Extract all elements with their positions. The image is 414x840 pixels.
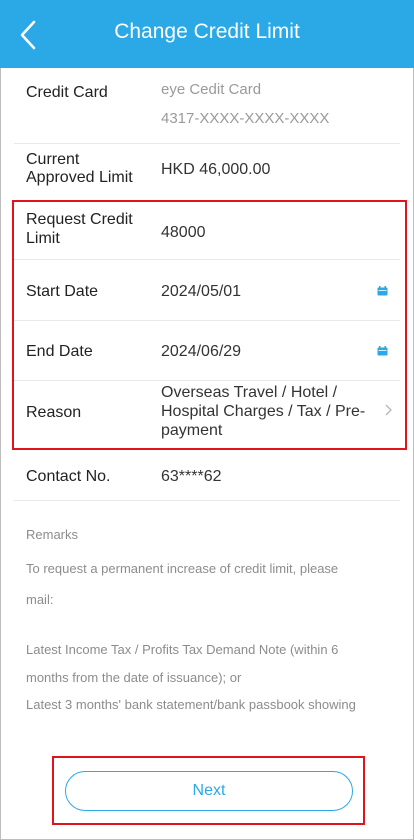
request-limit-input[interactable]: 48000 xyxy=(161,223,381,242)
header-bar: Change Credit Limit xyxy=(0,0,414,68)
divider xyxy=(14,500,400,501)
remarks-text: Latest Income Tax / Profits Tax Demand N… xyxy=(26,642,339,657)
reason-selector[interactable]: Overseas Travel / Hotel / Hospital Charg… xyxy=(161,383,401,441)
current-limit-label-1: Current xyxy=(26,151,80,168)
divider xyxy=(14,380,400,381)
chevron-right-icon[interactable] xyxy=(382,403,394,417)
contact-value: 63****62 xyxy=(161,468,222,485)
reason-line-3: payment xyxy=(161,422,223,439)
current-limit-label-2: Approved Limit xyxy=(26,169,133,186)
current-limit-value: HKD 46,000.00 xyxy=(161,161,271,178)
page-title: Change Credit Limit xyxy=(114,20,300,43)
divider xyxy=(14,143,400,144)
start-date-label: Start Date xyxy=(26,283,99,300)
reason-line-1: Overseas Travel / Hotel / xyxy=(161,384,338,401)
request-limit-label-1: Request Credit xyxy=(26,211,133,228)
calendar-icon[interactable] xyxy=(377,346,388,356)
credit-card-label: Credit Card xyxy=(26,84,108,101)
credit-card-name: eye Cedit Card xyxy=(161,81,262,98)
end-date-label: End Date xyxy=(26,343,93,360)
remarks-text: To request a permanent increase of credi… xyxy=(26,561,339,576)
next-button[interactable]: Next xyxy=(65,771,353,811)
remarks-text: mail: xyxy=(26,592,54,607)
remarks-text: Latest 3 months' bank statement/bank pas… xyxy=(26,697,356,712)
reason-label: Reason xyxy=(26,404,82,421)
calendar-icon[interactable] xyxy=(377,286,388,296)
contact-label: Contact No. xyxy=(26,468,111,485)
remarks-text: months from the date of issuance); or xyxy=(26,670,242,685)
reason-line-2: Hospital Charges / Tax / Pre- xyxy=(161,403,366,420)
remarks-title: Remarks xyxy=(26,527,79,542)
start-date-field[interactable]: 2024/05/01 xyxy=(161,282,241,301)
credit-card-number: 4317-XXXX-XXXX-XXXX xyxy=(161,110,330,127)
divider xyxy=(14,259,400,260)
end-date-field[interactable]: 2024/06/29 xyxy=(161,342,241,361)
divider xyxy=(14,320,400,321)
request-limit-label-2: Limit xyxy=(26,230,60,247)
